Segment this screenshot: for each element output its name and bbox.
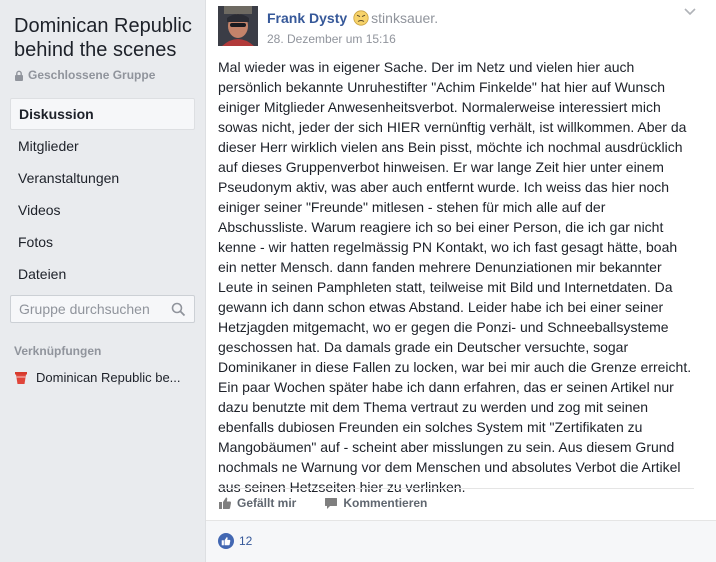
red-cup-icon [15, 371, 27, 384]
reactions-footer: 12 [206, 520, 716, 562]
angry-face-icon [353, 10, 369, 26]
nav-item-videos[interactable]: Videos [10, 194, 195, 226]
like-button[interactable]: Gefällt mir [218, 496, 296, 510]
linked-group-link[interactable]: Dominican Republic be... [14, 370, 194, 385]
search-icon[interactable] [171, 302, 186, 317]
comment-icon [325, 498, 338, 509]
author-avatar[interactable] [218, 6, 258, 46]
post-timestamp[interactable]: 28. Dezember um 15:16 [267, 32, 396, 46]
group-nav: Diskussion Mitglieder Veranstaltungen Vi… [10, 98, 195, 290]
group-sidebar: Dominican Republic behind the scenes Ges… [0, 0, 205, 562]
nav-item-fotos[interactable]: Fotos [10, 226, 195, 258]
group-title[interactable]: Dominican Republic behind the scenes [14, 14, 204, 62]
links-heading: Verknüpfungen [14, 344, 102, 358]
comment-button[interactable]: Kommentieren [324, 496, 427, 510]
author-line: Frank Dysty stinksauer. [267, 10, 438, 26]
like-count: 12 [239, 534, 253, 548]
like-label: Gefällt mir [237, 496, 297, 510]
feeling-text: stinksauer. [371, 10, 439, 26]
thumbs-up-icon [219, 497, 232, 509]
nav-item-mitglieder[interactable]: Mitglieder [10, 130, 195, 162]
lock-icon [15, 70, 23, 81]
nav-item-dateien[interactable]: Dateien [10, 258, 195, 290]
comment-label: Kommentieren [343, 496, 428, 510]
privacy-label: Geschlossene Gruppe [28, 68, 156, 82]
post-divider [218, 488, 694, 489]
reaction-summary[interactable]: 12 [218, 533, 252, 549]
group-search[interactable] [10, 295, 195, 323]
chevron-down-icon[interactable] [684, 8, 696, 16]
group-privacy: Geschlossene Gruppe [14, 68, 155, 82]
author-name[interactable]: Frank Dysty [267, 10, 347, 26]
linked-group-label: Dominican Republic be... [36, 370, 181, 385]
like-reaction-icon [218, 533, 234, 549]
group-post: Frank Dysty stinksauer. 28. Dezember um … [205, 0, 716, 562]
nav-item-diskussion[interactable]: Diskussion [10, 98, 195, 130]
post-actions: Gefällt mir Kommentieren [218, 496, 455, 510]
post-body: Mal wieder was in eigener Sache. Der im … [218, 59, 692, 495]
nav-item-veranstaltungen[interactable]: Veranstaltungen [10, 162, 195, 194]
avatar-photo [218, 6, 258, 46]
group-search-input[interactable] [19, 301, 169, 317]
